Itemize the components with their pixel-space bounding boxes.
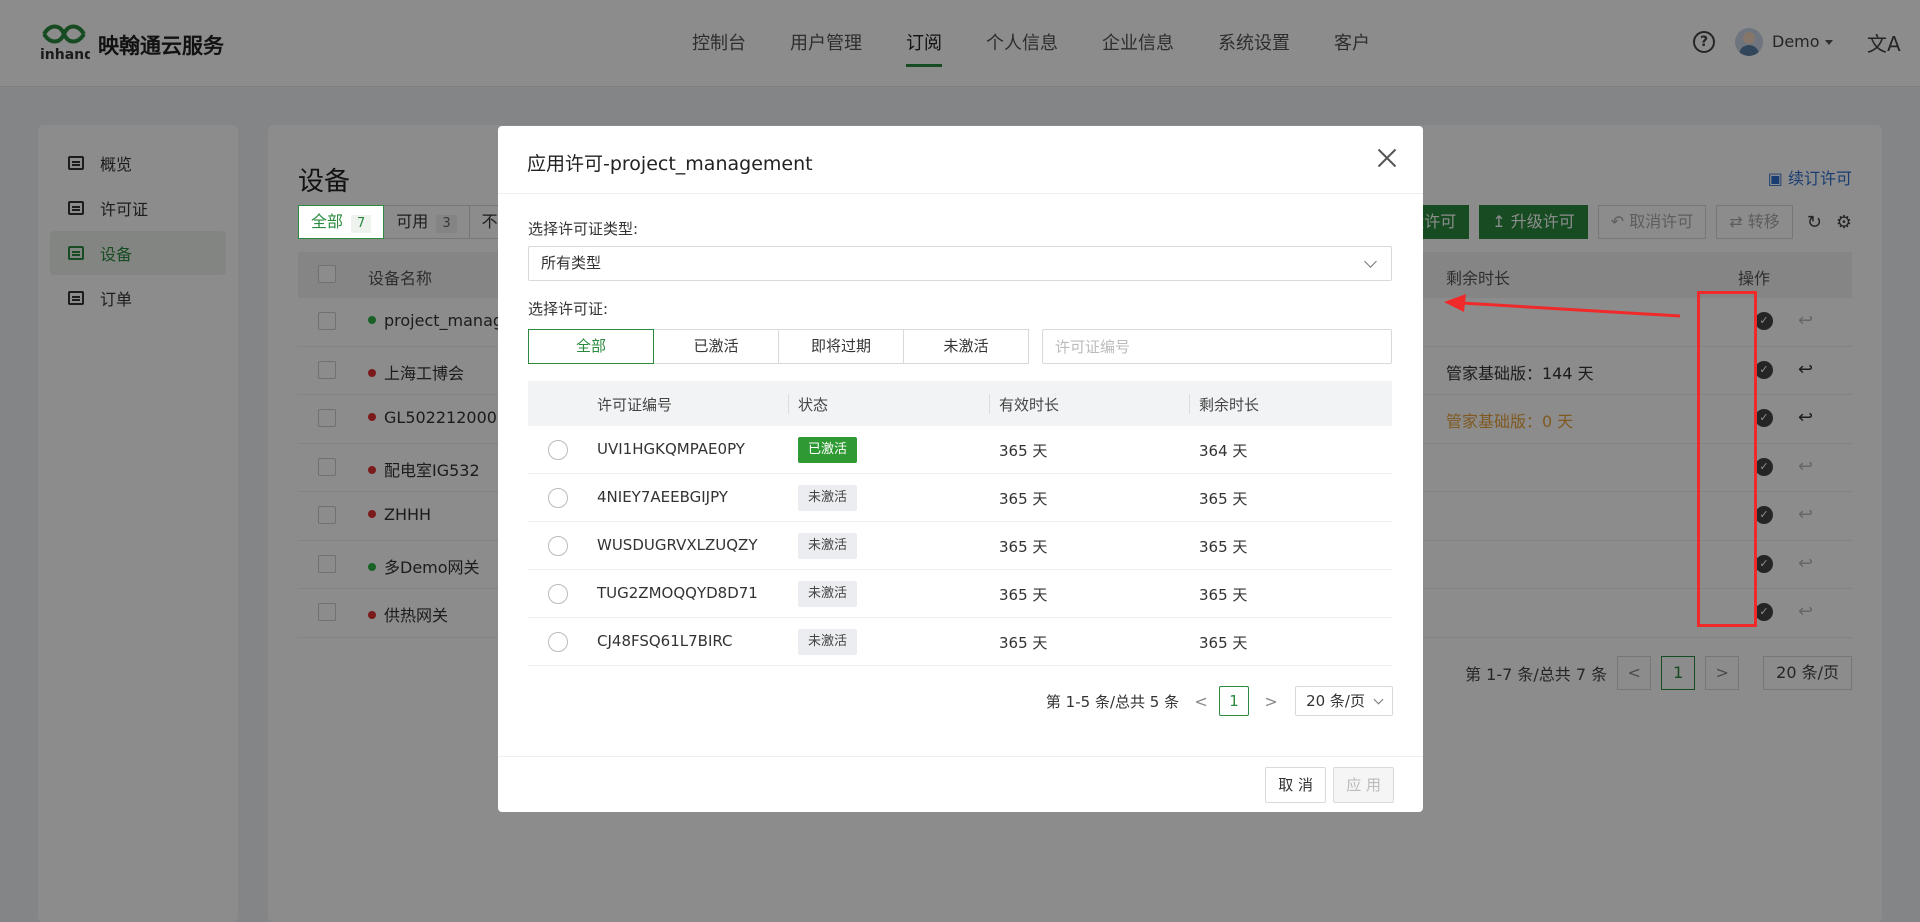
remaining-duration: 365 天 [1199, 538, 1248, 556]
column-separator [788, 394, 789, 414]
valid-duration: 365 天 [999, 634, 1048, 652]
filter-all[interactable]: 全部 7 [298, 205, 385, 239]
remaining-duration: 365 天 [1199, 634, 1248, 652]
annotation-arrow [1444, 294, 1681, 318]
col-license-code: 许可证编号 [597, 396, 673, 414]
license-pagination: 第 1-5 条/总共 5 条 < 1 > 20 条/页 [1046, 686, 1393, 716]
next-page-button[interactable]: > [1259, 692, 1283, 711]
license-row[interactable]: 4NIEY7AEEBGIJPY 未激活 365 天 365 天 [528, 474, 1392, 522]
chevron-down-icon [1364, 255, 1377, 268]
license-row[interactable]: TUG2ZMOQQYD8D71 未激活 365 天 365 天 [528, 570, 1392, 618]
license-radio[interactable] [548, 440, 568, 460]
remaining-duration: 365 天 [1199, 490, 1248, 508]
apply-license-dialog: 应用许可-project_management 选择许可证类型: 所有类型 选择… [498, 126, 1423, 812]
column-separator [1189, 394, 1190, 414]
license-status-segments: 全部 已激活 即将过期 未激活 [528, 329, 1029, 364]
page-size-value: 20 条/页 [1306, 692, 1365, 710]
status-badge: 已激活 [798, 437, 858, 463]
segment-all[interactable]: 全部 [528, 329, 654, 364]
valid-duration: 365 天 [999, 490, 1048, 508]
page-size-select[interactable]: 20 条/页 [1295, 686, 1393, 716]
annotation-highlight-box [1697, 291, 1757, 627]
cancel-button[interactable]: 取 消 [1265, 767, 1326, 803]
license-rows: UVI1HGKQMPAE0PY 已激活 365 天 364 天 4NIEY7AEEBGI… [528, 426, 1392, 666]
chevron-down-icon [1373, 694, 1384, 704]
prev-page-button[interactable]: < [1189, 692, 1213, 711]
filter-label: 全部 [311, 212, 344, 231]
license-code: 4NIEY7AEEBGIJPY [597, 488, 728, 506]
license-code: UVI1HGKQMPAE0PY [597, 440, 745, 458]
remaining-duration: 364 天 [1199, 442, 1248, 460]
license-table: 许可证编号 状态 有效时长 剩余时长 UVI1HGKQMPAE0PY 已激活 365… [528, 381, 1392, 666]
col-status: 状态 [798, 396, 829, 414]
page-button[interactable]: 1 [1219, 686, 1250, 716]
status-badge: 未激活 [798, 629, 858, 655]
status-badge: 未激活 [798, 581, 858, 607]
valid-duration: 365 天 [999, 538, 1048, 556]
dialog-title: 应用许可-project_management [527, 153, 813, 175]
status-badge: 未激活 [798, 485, 858, 511]
filter-count: 7 [351, 215, 372, 233]
license-code: CJ48FSQ61L7BIRC [597, 632, 733, 650]
license-radio[interactable] [548, 536, 568, 556]
pagination-summary: 第 1-5 条/总共 5 条 [1045, 692, 1180, 711]
dialog-footer: 取 消 应 用 [498, 756, 1423, 812]
license-code: WUSDUGRVXLZUQZY [597, 536, 758, 554]
license-type-value: 所有类型 [541, 254, 602, 272]
license-code: TUG2ZMOQQYD8D71 [597, 584, 758, 602]
license-table-header: 许可证编号 状态 有效时长 剩余时长 [528, 381, 1392, 426]
license-row[interactable]: WUSDUGRVXLZUQZY 未激活 365 天 365 天 [528, 522, 1392, 570]
segment-activated[interactable]: 已激活 [653, 329, 779, 364]
license-row[interactable]: UVI1HGKQMPAE0PY 已激活 365 天 364 天 [528, 426, 1392, 474]
segment-inactive[interactable]: 未激活 [903, 329, 1029, 364]
col-remaining-duration: 剩余时长 [1199, 396, 1260, 414]
col-valid-duration: 有效时长 [999, 396, 1060, 414]
close-icon[interactable] [1377, 148, 1397, 168]
license-row[interactable]: CJ48FSQ61L7BIRC 未激活 365 天 365 天 [528, 618, 1392, 666]
license-radio[interactable] [548, 488, 568, 508]
segment-expiring[interactable]: 即将过期 [778, 329, 904, 364]
license-radio[interactable] [548, 584, 568, 604]
license-search-input[interactable] [1042, 329, 1392, 364]
valid-duration: 365 天 [999, 442, 1048, 460]
dialog-header: 应用许可-project_management [498, 126, 1423, 194]
remaining-duration: 365 天 [1199, 586, 1248, 604]
valid-duration: 365 天 [999, 586, 1048, 604]
status-badge: 未激活 [798, 533, 858, 559]
column-separator [989, 394, 990, 414]
apply-button[interactable]: 应 用 [1333, 767, 1394, 803]
license-type-select[interactable]: 所有类型 [528, 246, 1392, 281]
license-select-label: 选择许可证: [528, 300, 609, 318]
license-type-label: 选择许可证类型: [528, 220, 639, 238]
license-radio[interactable] [548, 632, 568, 652]
